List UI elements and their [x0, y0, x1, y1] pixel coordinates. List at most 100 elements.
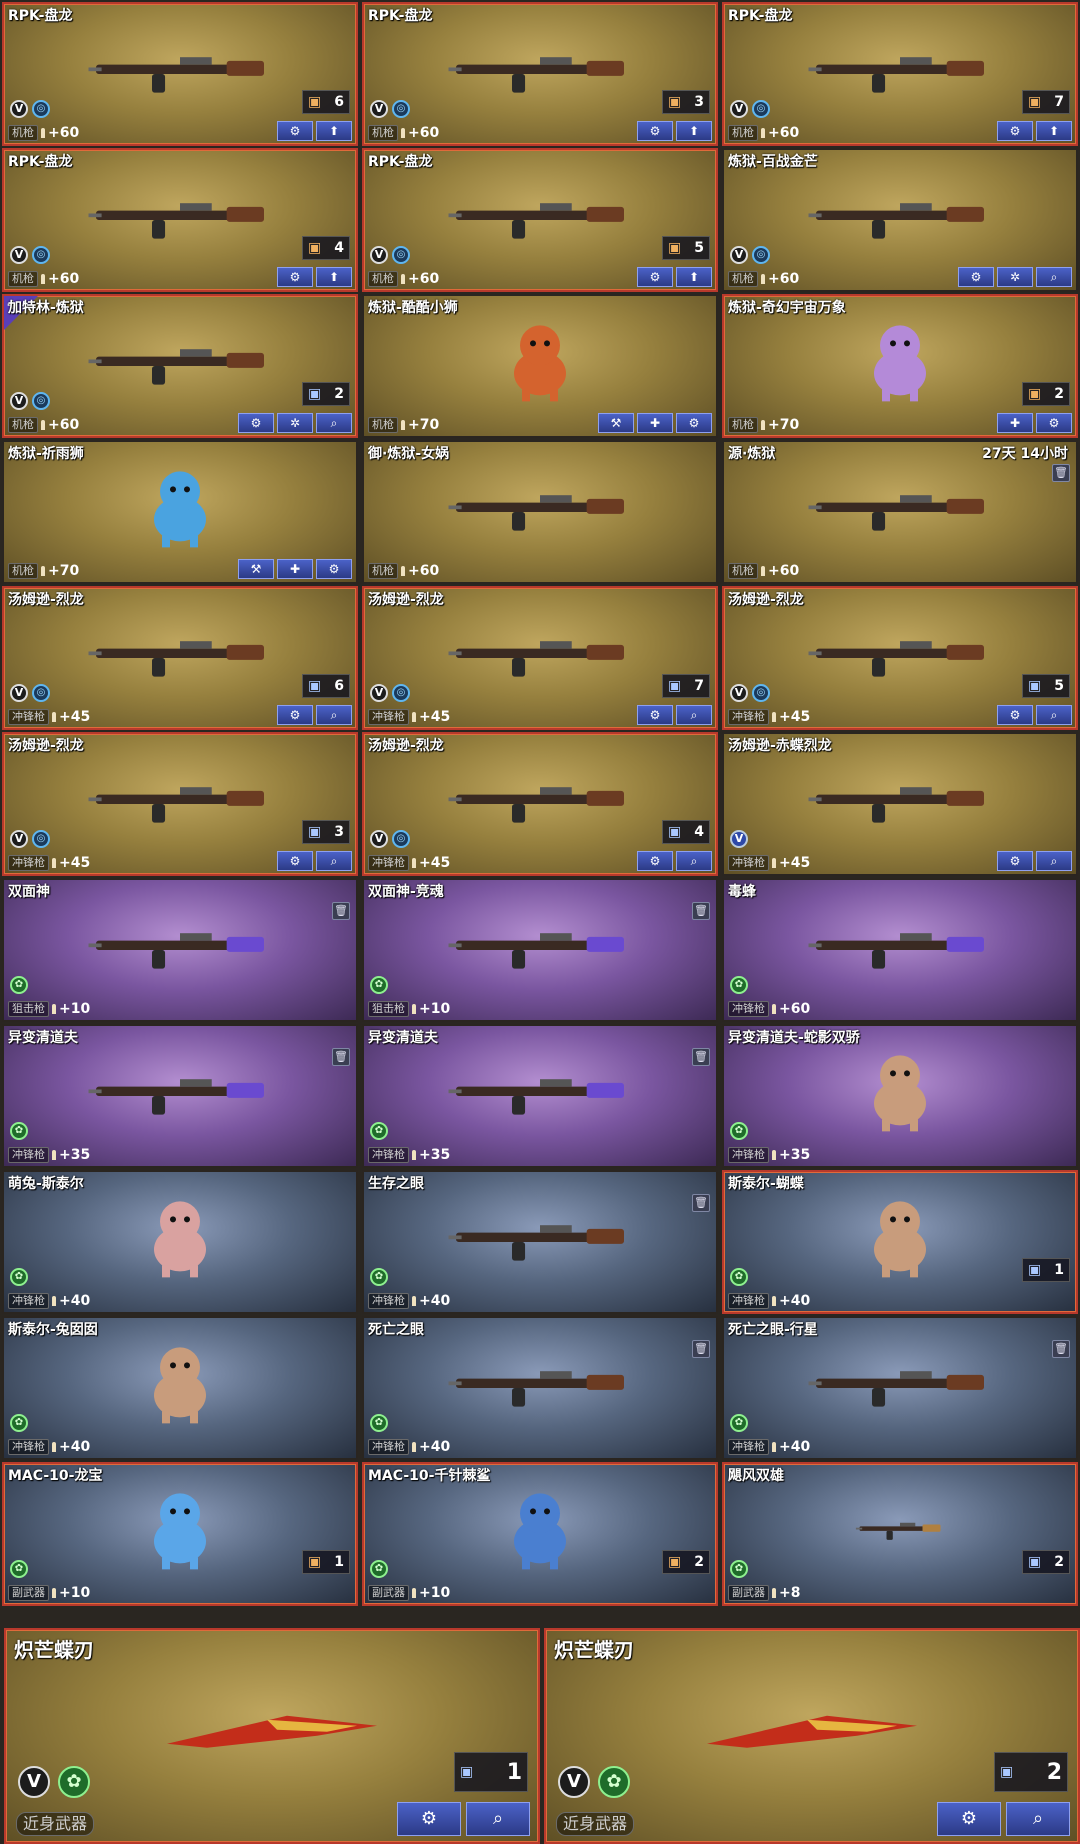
- trash-icon[interactable]: 🗑: [1052, 1340, 1070, 1358]
- search-button[interactable]: ⌕: [676, 851, 712, 871]
- up-arrow-button[interactable]: ⬆: [316, 267, 352, 287]
- gear-wrench-button[interactable]: ⚙: [937, 1802, 1001, 1836]
- gear-wrench-button[interactable]: ⚙: [637, 121, 673, 141]
- clover-icon: ✿: [730, 1122, 748, 1140]
- item-card[interactable]: 毒蜂 ✿ 冲锋枪 +60: [722, 878, 1078, 1022]
- item-card[interactable]: 生存之眼 🗑 ✿ 冲锋枪 +40: [362, 1170, 718, 1314]
- up-arrow-button[interactable]: ⬆: [676, 121, 712, 141]
- gear-wrench-button[interactable]: ⚙: [277, 705, 313, 725]
- item-card[interactable]: 飓风双雄 ✿ 副武器 +8 ▣ 2: [722, 1462, 1078, 1606]
- search-button[interactable]: ⌕: [316, 705, 352, 725]
- up-arrow-button[interactable]: ⬆: [1036, 121, 1072, 141]
- trash-icon[interactable]: 🗑: [332, 1048, 350, 1066]
- item-card[interactable]: 汤姆逊-烈龙 V ◎ 冲锋枪 +45 ▣ 6 ⚙ ⌕: [2, 586, 358, 730]
- gear-wrench-button[interactable]: ⚙: [277, 267, 313, 287]
- item-card[interactable]: MAC-10-龙宝 ✿ 副武器 +10 ▣ 1: [2, 1462, 358, 1606]
- gear-wrench-button[interactable]: ⚙: [637, 267, 673, 287]
- search-button[interactable]: ⌕: [1036, 267, 1072, 287]
- count-value: 4: [334, 240, 344, 256]
- item-footer: 冲锋枪 +45: [368, 709, 450, 725]
- item-card[interactable]: 双面神 🗑 ✿ 狙击枪 +10: [2, 878, 358, 1022]
- gun-icon: [445, 624, 635, 684]
- gear-wrench-button[interactable]: ⚙: [958, 267, 994, 287]
- item-card[interactable]: 死亡之眼 🗑 ✿ 冲锋枪 +40: [362, 1316, 718, 1460]
- item-footer: 狙击枪 +10: [8, 1001, 90, 1017]
- gear-wrench-button[interactable]: ⚙: [316, 559, 352, 579]
- item-card[interactable]: 汤姆逊-烈龙 V ◎ 冲锋枪 +45 ▣ 5 ⚙ ⌕: [722, 586, 1078, 730]
- item-card[interactable]: 炽芒蝶刃 V ✿ 近身武器 ▣ 2 ⚙ ⌕: [544, 1628, 1080, 1844]
- item-card[interactable]: 斯泰尔-兔囡囡 ✿ 冲锋枪 +40: [2, 1316, 358, 1460]
- search-button[interactable]: ⌕: [466, 1802, 530, 1836]
- trash-icon[interactable]: 🗑: [692, 1048, 710, 1066]
- item-card[interactable]: RPK-盘龙 V ◎ 机枪 +60 ▣ 4 ⚙ ⬆: [2, 148, 358, 292]
- ammo-stat: +45: [419, 709, 451, 725]
- gear-wrench-button[interactable]: ⚙: [1036, 413, 1072, 433]
- gear-button[interactable]: ✲: [997, 267, 1033, 287]
- item-card[interactable]: 炼狱-奇幻宇宙万象 机枪 +70 ▣ 2 ✚ ⚙: [722, 294, 1078, 438]
- item-card[interactable]: RPK-盘龙 V ◎ 机枪 +60 ▣ 3 ⚙ ⬆: [362, 2, 718, 146]
- tools-button[interactable]: ✚: [637, 413, 673, 433]
- search-button[interactable]: ⌕: [1036, 851, 1072, 871]
- gear-button[interactable]: ✲: [277, 413, 313, 433]
- item-card[interactable]: 源·炼狱 27天 14小时 🗑 机枪 +60: [722, 440, 1078, 584]
- item-name: 源·炼狱: [728, 446, 776, 462]
- chest-icon: ▣: [308, 1554, 322, 1570]
- gear-wrench-button[interactable]: ⚙: [238, 413, 274, 433]
- hammer-button[interactable]: ⚒: [598, 413, 634, 433]
- item-card[interactable]: 斯泰尔-蝴蝶 ✿ 冲锋枪 +40 ▣ 1: [722, 1170, 1078, 1314]
- gun-icon: [805, 186, 995, 246]
- tools-button[interactable]: ✚: [277, 559, 313, 579]
- gear-wrench-button[interactable]: ⚙: [676, 413, 712, 433]
- item-card[interactable]: MAC-10-千针棘鲨 ✿ 副武器 +10 ▣ 2: [362, 1462, 718, 1606]
- item-card[interactable]: RPK-盘龙 V ◎ 机枪 +60 ▣ 6 ⚙ ⬆: [2, 2, 358, 146]
- item-card[interactable]: 汤姆逊-烈龙 V ◎ 冲锋枪 +45 ▣ 4 ⚙ ⌕: [362, 732, 718, 876]
- gear-wrench-button[interactable]: ⚙: [277, 121, 313, 141]
- search-button[interactable]: ⌕: [676, 705, 712, 725]
- gear-wrench-button[interactable]: ⚙: [997, 705, 1033, 725]
- item-card[interactable]: 炼狱-祈雨狮 机枪 +70 ⚒ ✚ ⚙: [2, 440, 358, 584]
- item-card[interactable]: 异变清道夫 🗑 ✿ 冲锋枪 +35: [362, 1024, 718, 1168]
- item-card[interactable]: 御·炼狱-女娲 机枪 +60: [362, 440, 718, 584]
- item-card[interactable]: 汤姆逊-赤蝶烈龙 V 冲锋枪 +45 ⚙ ⌕: [722, 732, 1078, 876]
- trash-icon[interactable]: 🗑: [692, 902, 710, 920]
- up-arrow-button[interactable]: ⬆: [676, 267, 712, 287]
- item-card[interactable]: 炼狱-百战金芒 V ◎ 机枪 +60 ⚙ ✲ ⌕: [722, 148, 1078, 292]
- trash-icon[interactable]: 🗑: [1052, 464, 1070, 482]
- gear-wrench-button[interactable]: ⚙: [397, 1802, 461, 1836]
- search-button[interactable]: ⌕: [316, 413, 352, 433]
- item-card[interactable]: 异变清道夫-蛇影双骄 ✿ 冲锋枪 +35: [722, 1024, 1078, 1168]
- trash-icon[interactable]: 🗑: [692, 1194, 710, 1212]
- trash-icon[interactable]: 🗑: [692, 1340, 710, 1358]
- item-name: MAC-10-千针棘鲨: [368, 1468, 491, 1484]
- badge-row: ✿: [370, 1122, 388, 1140]
- item-card[interactable]: RPK-盘龙 V ◎ 机枪 +60 ▣ 7 ⚙ ⬆: [722, 2, 1078, 146]
- trash-icon[interactable]: 🗑: [332, 902, 350, 920]
- tools-button[interactable]: ✚: [997, 413, 1033, 433]
- search-button[interactable]: ⌕: [316, 851, 352, 871]
- search-button[interactable]: ⌕: [1006, 1802, 1070, 1836]
- gear-wrench-button[interactable]: ⚙: [997, 851, 1033, 871]
- item-card[interactable]: 炼狱-酷酷小狮 机枪 +70 ⚒ ✚ ⚙: [362, 294, 718, 438]
- item-card[interactable]: 双面神-竞魂 🗑 ✿ 狙击枪 +10: [362, 878, 718, 1022]
- gun-icon: [85, 916, 275, 976]
- item-card[interactable]: ✚ 加特林-炼狱 V ◎ 机枪 +60 ▣ 2 ⚙ ✲ ⌕: [2, 294, 358, 438]
- item-card[interactable]: 汤姆逊-烈龙 V ◎ 冲锋枪 +45 ▣ 3 ⚙ ⌕: [2, 732, 358, 876]
- item-card[interactable]: 死亡之眼-行星 🗑 ✿ 冲锋枪 +40: [722, 1316, 1078, 1460]
- hammer-button[interactable]: ⚒: [238, 559, 274, 579]
- steering-icon: ◎: [752, 100, 770, 118]
- gear-wrench-button[interactable]: ⚙: [997, 121, 1033, 141]
- gear-wrench-button[interactable]: ⚙: [277, 851, 313, 871]
- item-card[interactable]: 萌兔-斯泰尔 ✿ 冲锋枪 +40: [2, 1170, 358, 1314]
- item-card[interactable]: 异变清道夫 🗑 ✿ 冲锋枪 +35: [2, 1024, 358, 1168]
- ammo-icon: [401, 566, 405, 576]
- ammo-icon: [412, 1296, 416, 1306]
- item-card[interactable]: 炽芒蝶刃 V ✿ 近身武器 ▣ 1 ⚙ ⌕: [4, 1628, 540, 1844]
- badge-row: ✿: [370, 1560, 388, 1578]
- item-card[interactable]: 汤姆逊-烈龙 V ◎ 冲锋枪 +45 ▣ 7 ⚙ ⌕: [362, 586, 718, 730]
- search-button[interactable]: ⌕: [1036, 705, 1072, 725]
- gear-wrench-button[interactable]: ⚙: [637, 705, 673, 725]
- up-arrow-button[interactable]: ⬆: [316, 121, 352, 141]
- item-card[interactable]: RPK-盘龙 V ◎ 机枪 +60 ▣ 5 ⚙ ⬆: [362, 148, 718, 292]
- gear-wrench-button[interactable]: ⚙: [637, 851, 673, 871]
- count-value: 2: [1046, 1759, 1062, 1785]
